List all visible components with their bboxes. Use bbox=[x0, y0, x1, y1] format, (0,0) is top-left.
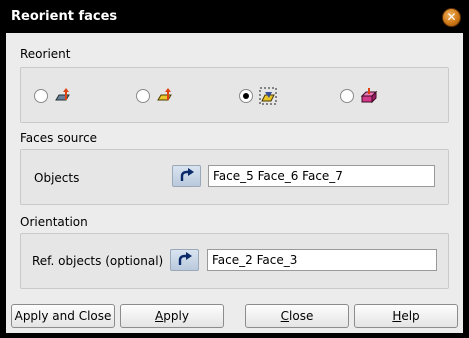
window-title: Reorient faces bbox=[11, 9, 118, 24]
objects-label: Objects bbox=[34, 171, 80, 185]
radio-button[interactable] bbox=[34, 89, 48, 103]
reorient-object-icon bbox=[259, 87, 277, 105]
ref-objects-field[interactable]: Face_2 Face_3 bbox=[207, 249, 437, 271]
radio-button[interactable] bbox=[340, 89, 354, 103]
radio-button-selected[interactable] bbox=[239, 89, 253, 103]
dialog-window: Reorient faces ✕ Reorient Faces source O… bbox=[0, 0, 469, 338]
select-arrow-icon bbox=[178, 252, 192, 265]
objects-select-button[interactable] bbox=[172, 165, 201, 187]
reorient-volume-icon bbox=[360, 88, 378, 104]
orientation-group-title: Orientation bbox=[20, 215, 88, 229]
reorient-point-icon bbox=[55, 88, 70, 101]
apply-button[interactable]: Apply bbox=[120, 304, 224, 328]
title-bar[interactable]: Reorient faces ✕ bbox=[3, 5, 465, 29]
objects-field[interactable]: Face_5 Face_6 Face_7 bbox=[208, 165, 435, 187]
apply-and-close-button[interactable]: Apply and Close bbox=[11, 304, 115, 328]
reorient-vector-icon bbox=[157, 88, 172, 101]
orientation-group: Ref. objects (optional) Face_2 Face_3 bbox=[20, 233, 449, 289]
close-button[interactable]: Close bbox=[245, 304, 349, 328]
faces-source-group-title: Faces source bbox=[20, 131, 98, 145]
help-button[interactable]: Help bbox=[354, 304, 458, 328]
reorient-option-object[interactable] bbox=[239, 87, 277, 105]
reorient-group bbox=[20, 67, 449, 123]
select-arrow-icon bbox=[180, 168, 194, 181]
dialog-body: Reorient Faces source Objects Face_5 Fac… bbox=[6, 33, 463, 333]
ref-objects-select-button[interactable] bbox=[170, 249, 199, 271]
reorient-option-point[interactable] bbox=[34, 87, 72, 105]
faces-source-group: Objects Face_5 Face_6 Face_7 bbox=[20, 149, 449, 205]
ref-objects-label: Ref. objects (optional) bbox=[32, 254, 164, 268]
reorient-option-vector[interactable] bbox=[136, 87, 174, 105]
reorient-option-volume[interactable] bbox=[340, 87, 378, 105]
radio-button[interactable] bbox=[136, 89, 150, 103]
close-window-icon[interactable]: ✕ bbox=[442, 8, 461, 27]
reorient-group-title: Reorient bbox=[20, 47, 71, 61]
